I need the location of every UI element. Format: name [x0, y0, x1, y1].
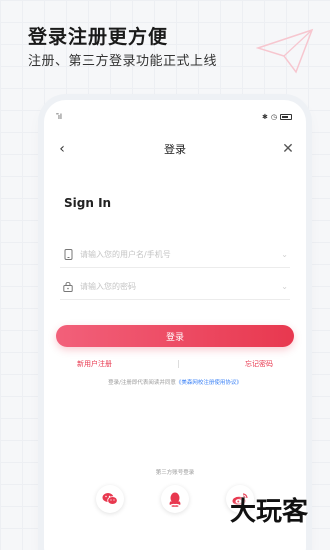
qq-login-button[interactable] [160, 485, 189, 513]
chevron-down-icon[interactable]: ⌄ [281, 250, 288, 259]
register-link[interactable]: 新用户注册 [77, 359, 112, 369]
login-button[interactable]: 登录 [56, 325, 294, 347]
forgot-password-link[interactable]: 忘记密码 [245, 359, 273, 369]
auth-links: 新用户注册 忘记密码 [44, 358, 306, 370]
wechat-login-button[interactable] [96, 485, 125, 513]
nav-title: 登录 [164, 143, 186, 156]
alarm-icon: ◷ [270, 113, 277, 121]
username-input[interactable] [80, 250, 282, 259]
status-bar: ᳛ıl ✱ ◷ [58, 110, 292, 124]
third-party-title: 第三方账号登录 [155, 470, 195, 476]
promo-subtitle: 注册、第三方登录功能正式上线 [28, 54, 218, 69]
phone-frame: ᳛ıl ✱ ◷ ‹ 登录 ✕ Sign In ⌄ ⌄ 登录 新用户注册 [44, 100, 306, 550]
close-button[interactable]: ✕ [280, 138, 296, 160]
phone-icon [62, 249, 74, 261]
lock-icon [62, 281, 74, 293]
password-field: ⌄ [60, 274, 290, 300]
chevron-left-icon: ‹ [59, 141, 65, 157]
site-watermark: 大玩客 [229, 497, 308, 527]
battery-icon [280, 114, 292, 120]
wechat-icon [102, 493, 119, 505]
link-divider [178, 360, 179, 368]
signin-heading: Sign In [64, 196, 112, 210]
password-input[interactable] [80, 282, 282, 291]
agreement-prefix: 登录/注册即代表阅读并同意 [108, 380, 176, 386]
status-icons: ✱ ◷ [262, 113, 292, 121]
qq-icon [169, 492, 181, 507]
promo-title: 登录注册更方便 [28, 26, 169, 48]
chevron-down-icon[interactable]: ⌄ [281, 282, 288, 291]
nav-bar: ‹ 登录 ✕ [44, 138, 306, 160]
paper-plane-icon [256, 28, 314, 74]
agreement-link[interactable]: 《美森网校注册使用协议》 [176, 380, 242, 386]
bluetooth-icon: ✱ [262, 113, 268, 121]
back-button[interactable]: ‹ [54, 138, 70, 160]
username-field: ⌄ [60, 242, 290, 268]
close-icon: ✕ [282, 141, 294, 157]
agreement-text: 登录/注册即代表阅读并同意《美森网校注册使用协议》 [44, 378, 306, 386]
signal-indicator: ᳛ıl [58, 112, 62, 121]
